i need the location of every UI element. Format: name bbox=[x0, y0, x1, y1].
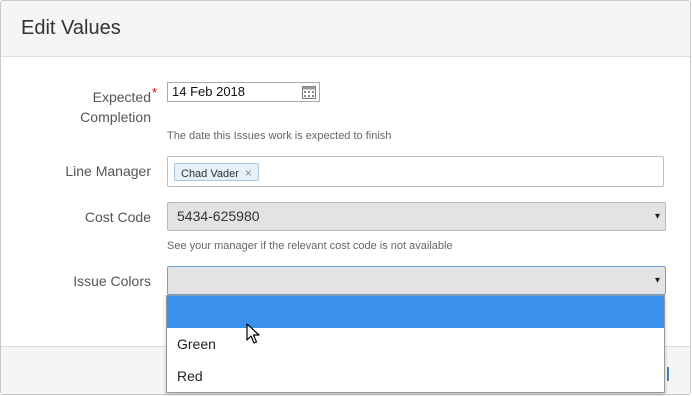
chevron-down-icon: ▾ bbox=[654, 275, 660, 286]
line-manager-tag: Chad Vader × bbox=[174, 163, 259, 181]
issue-colors-dropdown: Green Red bbox=[166, 295, 665, 393]
expected-completion-value: 14 Feb 2018 bbox=[172, 84, 246, 99]
option-empty[interactable] bbox=[167, 296, 664, 328]
issue-colors-select[interactable]: ▾ bbox=[167, 266, 666, 295]
calendar-icon[interactable] bbox=[302, 85, 316, 99]
expected-completion-date-input[interactable]: 14 Feb 2018 bbox=[167, 82, 320, 102]
line-manager-label: Line Manager bbox=[65, 163, 151, 179]
remove-tag-icon[interactable]: × bbox=[245, 166, 252, 180]
option-green[interactable]: Green bbox=[167, 328, 664, 360]
cost-code-value: 5434-625980 bbox=[177, 208, 260, 224]
option-red[interactable]: Red bbox=[167, 360, 664, 392]
dialog-header: Edit Values bbox=[1, 1, 690, 57]
cost-code-label: Cost Code bbox=[84, 209, 151, 225]
footer-button-edge[interactable] bbox=[667, 367, 669, 381]
expected-completion-label: Expected Completion bbox=[1, 87, 151, 127]
issue-colors-label: Issue Colors bbox=[73, 273, 151, 289]
dialog-title: Edit Values bbox=[21, 17, 121, 39]
required-marker: * bbox=[152, 85, 158, 100]
cost-code-select[interactable]: 5434-625980 ▾ bbox=[167, 202, 666, 231]
mouse-cursor-icon bbox=[246, 323, 260, 344]
expected-completion-help: The date this Issues work is expected to… bbox=[167, 130, 392, 142]
expected-completion-label-line2: Completion bbox=[80, 109, 151, 125]
expected-completion-label-line1: Expected bbox=[92, 89, 151, 105]
tag-label: Chad Vader bbox=[181, 168, 239, 180]
chevron-down-icon: ▾ bbox=[654, 211, 660, 222]
line-manager-picker[interactable]: Chad Vader × bbox=[167, 156, 664, 187]
cost-code-help: See your manager if the relevant cost co… bbox=[167, 240, 453, 252]
